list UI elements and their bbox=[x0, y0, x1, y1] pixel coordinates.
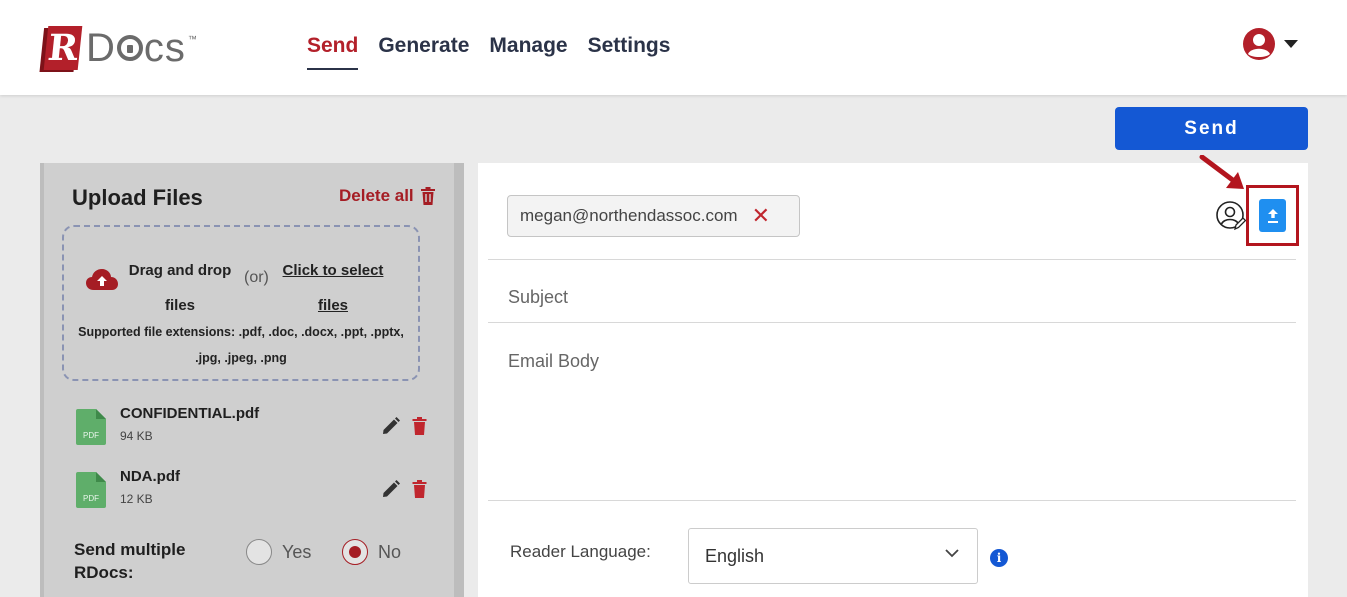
file-name: CONFIDENTIAL.pdf bbox=[120, 405, 260, 422]
nav-settings[interactable]: Settings bbox=[588, 34, 671, 70]
file-item: PDF CONFIDENTIAL.pdf 94 KB bbox=[76, 405, 436, 449]
remove-recipient-icon[interactable]: ✕ bbox=[752, 205, 770, 227]
cloud-upload-icon bbox=[86, 269, 118, 290]
rdocs-logo[interactable]: R D cs ™ bbox=[43, 24, 198, 72]
chevron-down-icon bbox=[945, 549, 959, 558]
file-actions bbox=[382, 417, 427, 435]
logo-wordmark: D cs ™ bbox=[86, 26, 198, 71]
top-bar: R D cs ™ Send Generate Manage Settings bbox=[0, 0, 1347, 95]
send-multiple-label: Send multiple RDocs: bbox=[74, 540, 186, 582]
reader-language-label: Reader Language: bbox=[510, 542, 651, 561]
pencil-icon[interactable] bbox=[382, 417, 400, 435]
nav-manage[interactable]: Manage bbox=[489, 34, 567, 70]
annotation-arrow-icon bbox=[1199, 155, 1244, 189]
trademark-symbol: ™ bbox=[187, 34, 198, 44]
trash-icon[interactable] bbox=[412, 480, 427, 498]
file-item: PDF NDA.pdf 12 KB bbox=[76, 468, 436, 512]
subject-field[interactable]: Subject bbox=[508, 287, 568, 308]
divider bbox=[488, 500, 1296, 501]
radio-yes[interactable]: Yes bbox=[246, 539, 311, 565]
contact-edit-icon[interactable] bbox=[1216, 201, 1246, 231]
lock-icon bbox=[116, 35, 143, 61]
or-text: (or) bbox=[244, 269, 269, 286]
recipient-email: megan@northendassoc.com bbox=[520, 206, 738, 225]
file-name: NDA.pdf bbox=[120, 468, 180, 485]
logo-wordmark-d: D bbox=[86, 25, 116, 70]
user-circle-icon bbox=[1243, 28, 1275, 60]
upload-panel: Upload Files Delete all Drag and drop fi… bbox=[40, 163, 464, 597]
radio-no-label: No bbox=[378, 541, 402, 562]
upload-icon bbox=[1267, 208, 1278, 223]
radio-yes-label: Yes bbox=[282, 541, 312, 562]
radio-no[interactable]: No bbox=[342, 539, 401, 565]
upload-file-button[interactable] bbox=[1259, 199, 1286, 232]
info-icon[interactable]: i bbox=[990, 549, 1008, 567]
logo-r-mark: R bbox=[43, 26, 83, 70]
reader-language-value: English bbox=[705, 545, 765, 566]
nav-generate[interactable]: Generate bbox=[378, 34, 469, 70]
file-size: 12 KB bbox=[120, 492, 153, 506]
pencil-icon[interactable] bbox=[382, 480, 400, 498]
radio-circle bbox=[246, 539, 272, 565]
nav-send[interactable]: Send bbox=[307, 34, 359, 70]
supported-extensions-text: Supported file extensions: .pdf, .doc, .… bbox=[78, 325, 404, 365]
logo-wordmark-cs: cs bbox=[143, 25, 186, 70]
file-dropzone[interactable]: Drag and drop files (or) Click to select… bbox=[62, 225, 420, 381]
divider bbox=[488, 322, 1296, 323]
email-panel: megan@northendassoc.com ✕ Subject Email … bbox=[478, 155, 1308, 597]
drag-drop-text: Drag and drop files bbox=[128, 262, 232, 314]
main-nav: Send Generate Manage Settings bbox=[307, 34, 670, 70]
delete-all-button[interactable]: Delete all bbox=[339, 186, 436, 206]
delete-all-label: Delete all bbox=[339, 186, 414, 205]
file-actions bbox=[382, 480, 427, 498]
email-body-field[interactable]: Email Body bbox=[508, 351, 599, 372]
divider bbox=[488, 259, 1296, 260]
radio-circle-checked bbox=[342, 539, 368, 565]
file-size: 94 KB bbox=[120, 429, 153, 443]
pdf-file-icon: PDF bbox=[76, 472, 106, 508]
svg-text:PDF: PDF bbox=[83, 494, 99, 503]
pdf-file-icon: PDF bbox=[76, 409, 106, 445]
trash-icon bbox=[420, 187, 435, 205]
recipient-chip[interactable]: megan@northendassoc.com ✕ bbox=[507, 195, 800, 237]
send-button[interactable]: Send bbox=[1115, 107, 1308, 150]
reader-language-select[interactable]: English bbox=[688, 528, 978, 584]
svg-text:PDF: PDF bbox=[83, 431, 99, 440]
chevron-down-icon bbox=[1284, 40, 1298, 48]
user-menu[interactable] bbox=[1242, 27, 1298, 61]
upload-files-title: Upload Files bbox=[72, 185, 203, 210]
trash-icon[interactable] bbox=[412, 417, 427, 435]
click-to-select-link[interactable]: Click to select files bbox=[278, 253, 388, 323]
